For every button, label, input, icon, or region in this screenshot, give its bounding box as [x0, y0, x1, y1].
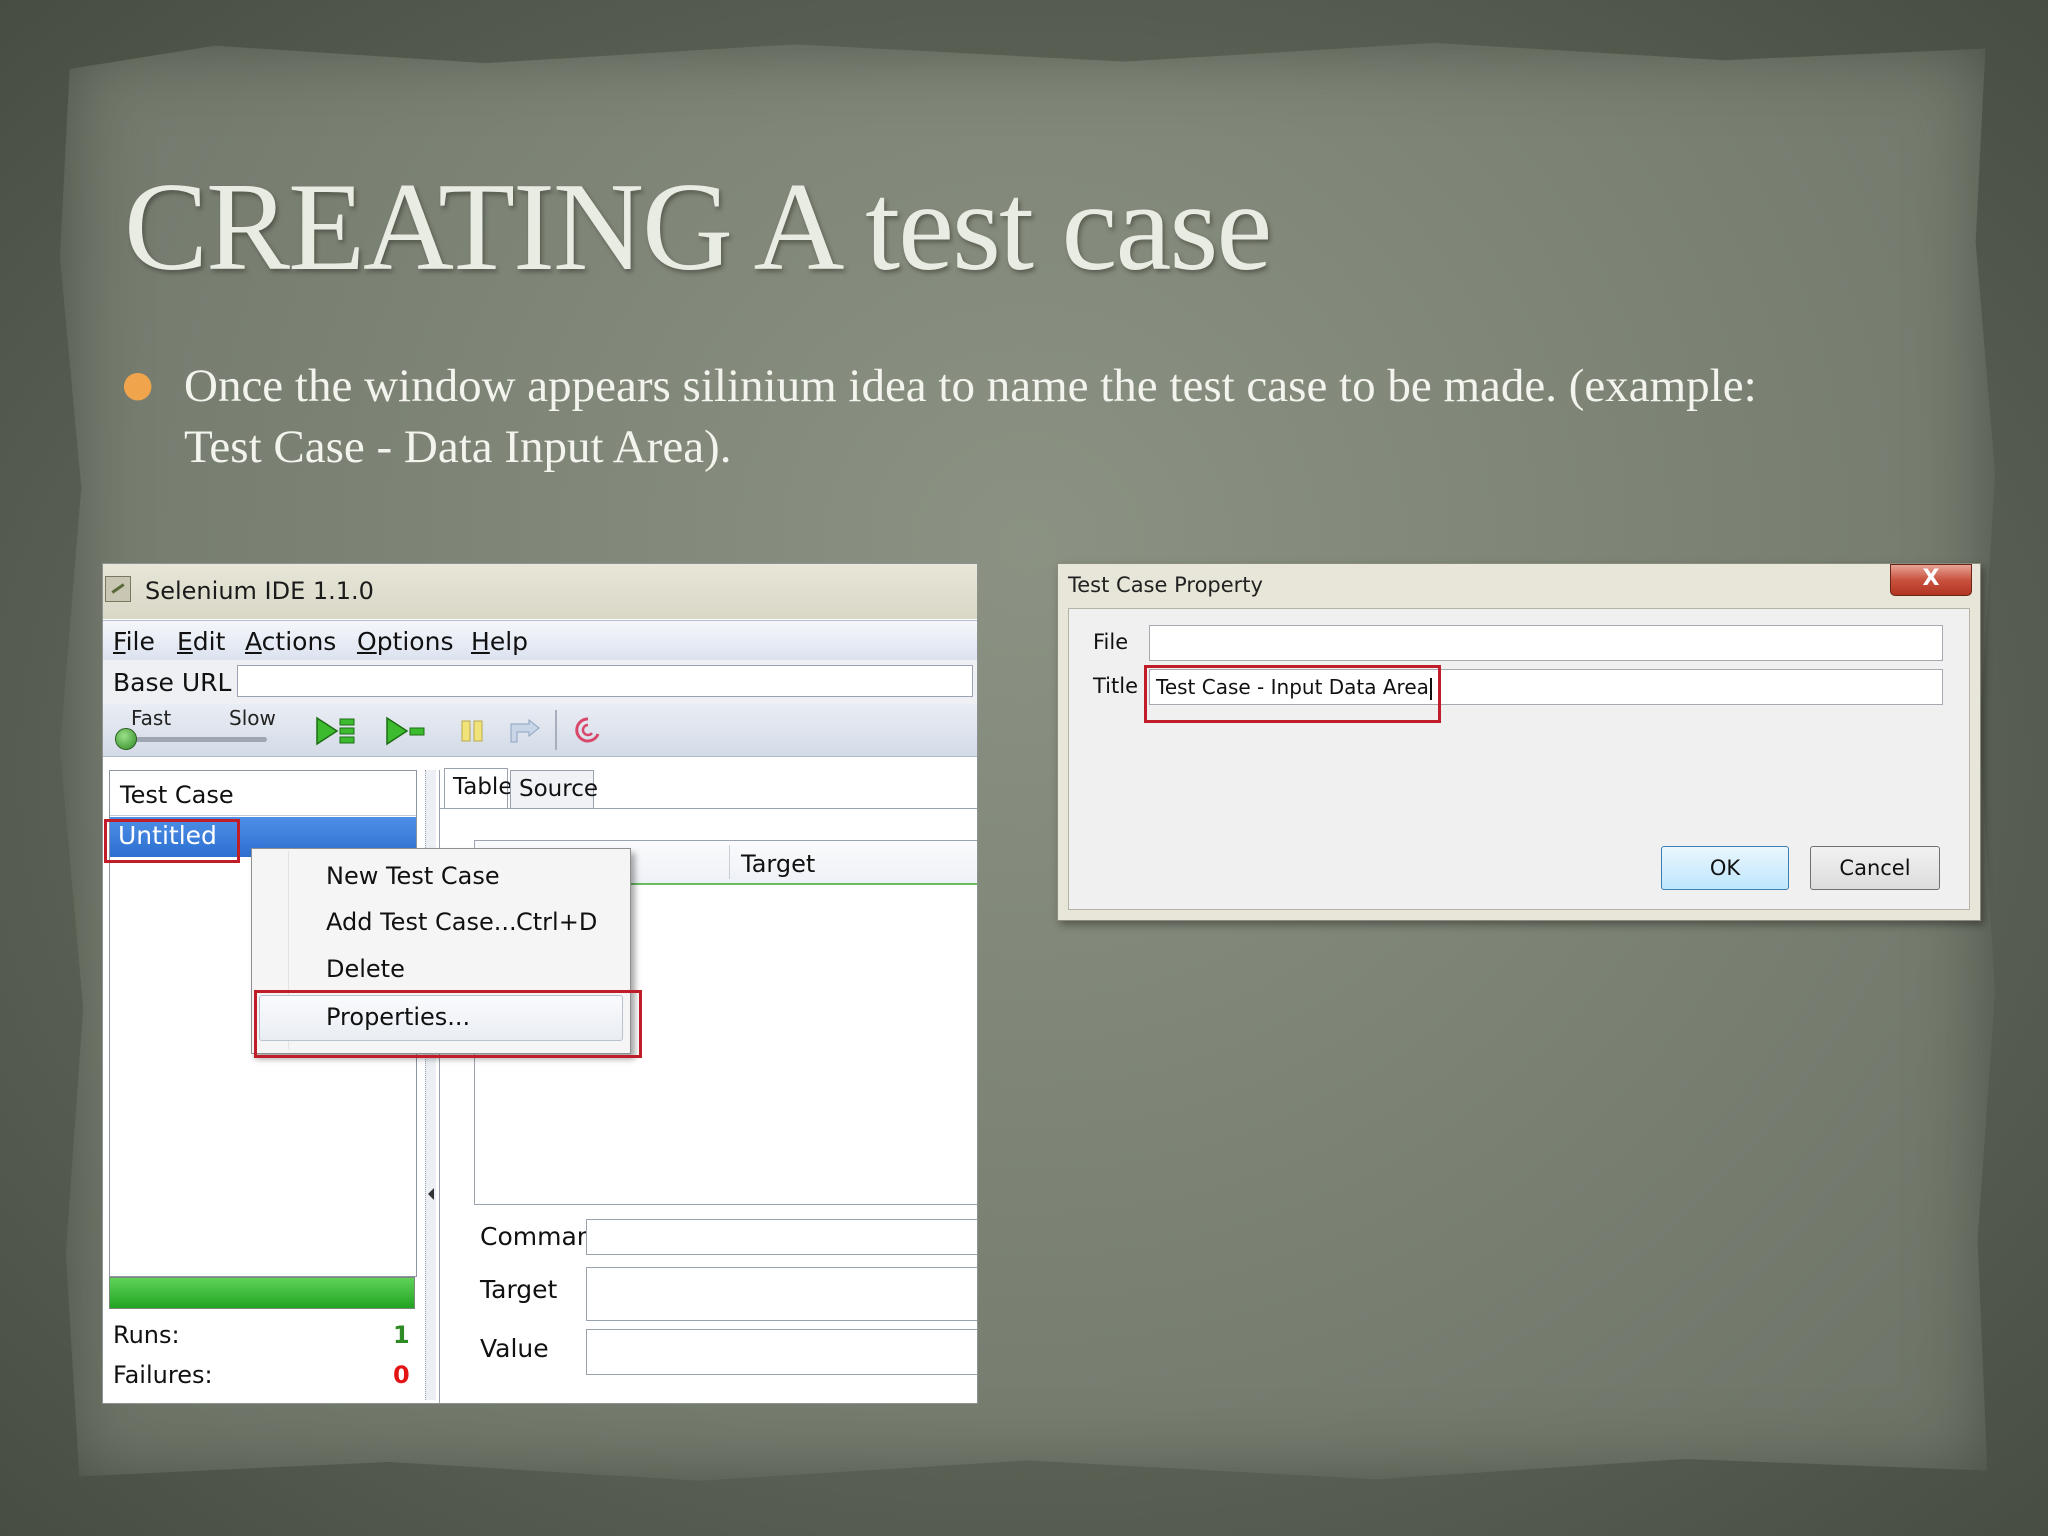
- base-url-input[interactable]: [237, 665, 973, 697]
- bullet-dot-icon: ●: [122, 364, 154, 405]
- cancel-button[interactable]: Cancel: [1810, 846, 1940, 890]
- pause-icon[interactable]: [453, 714, 499, 748]
- text-caret: [1429, 677, 1432, 700]
- add-test-case-shortcut: Ctrl+D: [516, 908, 598, 936]
- test-case-item-label: Untitled: [118, 821, 217, 850]
- selenium-app-icon: [105, 576, 131, 602]
- tab-source[interactable]: Source: [510, 770, 598, 808]
- rollup-icon[interactable]: [565, 714, 611, 748]
- target-input[interactable]: [586, 1267, 977, 1321]
- ide-toolbar: Fast Slow: [103, 704, 977, 757]
- tab-table[interactable]: Table: [444, 768, 512, 809]
- ide-window-title: Selenium IDE 1.1.0: [145, 577, 374, 605]
- target-label: Target: [480, 1275, 558, 1304]
- tab-table-label: Table: [453, 774, 513, 800]
- test-case-header-label: Test Case: [120, 781, 234, 809]
- failures-value: 0: [393, 1361, 410, 1389]
- title-input-text: Test Case - Input Data Area: [1156, 675, 1429, 699]
- ide-title-bar: Selenium IDE 1.1.0: [103, 564, 977, 619]
- play-test-icon[interactable]: [383, 714, 429, 748]
- title-input-value: Test Case - Input Data Area: [1156, 674, 1432, 700]
- test-progress-bar: [109, 1277, 415, 1309]
- file-input[interactable]: [1149, 625, 1943, 661]
- menu-edit[interactable]: Edit: [177, 627, 225, 657]
- menu-actions[interactable]: Actions: [245, 627, 336, 657]
- runs-value: 1: [393, 1321, 410, 1349]
- play-suite-icon[interactable]: [313, 714, 359, 748]
- runs-label: Runs:: [113, 1321, 180, 1349]
- title-label: Title: [1093, 674, 1139, 698]
- tab-source-label: Source: [519, 776, 598, 802]
- column-header-target[interactable]: Target: [741, 849, 815, 879]
- menu-item-add-test-case[interactable]: Add Test Case...: [326, 907, 517, 937]
- speed-slider-track[interactable]: [127, 737, 267, 742]
- speed-slow-label: Slow: [229, 706, 276, 730]
- title-input[interactable]: Test Case - Input Data Area: [1149, 669, 1943, 705]
- test-case-list-header: Test Case: [110, 771, 416, 816]
- menu-item-new-test-case[interactable]: New Test Case: [326, 861, 500, 891]
- context-menu: New Test Case Add Test Case... Ctrl+D De…: [251, 848, 631, 1054]
- bullet-text: Once the window appears silinium idea to…: [184, 360, 1757, 473]
- ok-button-label: OK: [1709, 856, 1741, 880]
- tab-divider: [440, 808, 977, 809]
- command-input[interactable]: [586, 1219, 977, 1255]
- base-url-label: Base URL: [113, 668, 232, 697]
- value-label: Value: [480, 1334, 549, 1363]
- menu-item-properties[interactable]: Properties...: [326, 1002, 470, 1032]
- column-separator: [729, 845, 730, 879]
- menu-help[interactable]: Help: [471, 627, 528, 657]
- menu-options[interactable]: Options: [357, 627, 453, 657]
- collapse-arrow-icon[interactable]: [428, 1188, 434, 1200]
- dialog-close-button[interactable]: X: [1890, 564, 1972, 596]
- file-label: File: [1093, 630, 1129, 654]
- slide-title: CREATING A test case: [124, 158, 1272, 297]
- toolbar-separator: [555, 710, 557, 750]
- step-icon[interactable]: [503, 714, 549, 748]
- failures-label: Failures:: [113, 1361, 213, 1389]
- menu-file[interactable]: File: [113, 627, 155, 657]
- speed-slider-knob[interactable]: [115, 728, 137, 750]
- dialog-title: Test Case Property: [1068, 573, 1263, 597]
- menu-item-delete[interactable]: Delete: [326, 954, 405, 984]
- ide-menu-bar: File Edit Actions Options Help: [103, 620, 977, 661]
- cancel-button-label: Cancel: [1839, 856, 1911, 880]
- value-input[interactable]: [586, 1329, 977, 1375]
- close-icon: X: [1922, 566, 1940, 591]
- ok-button[interactable]: OK: [1661, 846, 1789, 890]
- speed-fast-label: Fast: [131, 706, 172, 730]
- base-url-row: Base URL: [103, 660, 977, 704]
